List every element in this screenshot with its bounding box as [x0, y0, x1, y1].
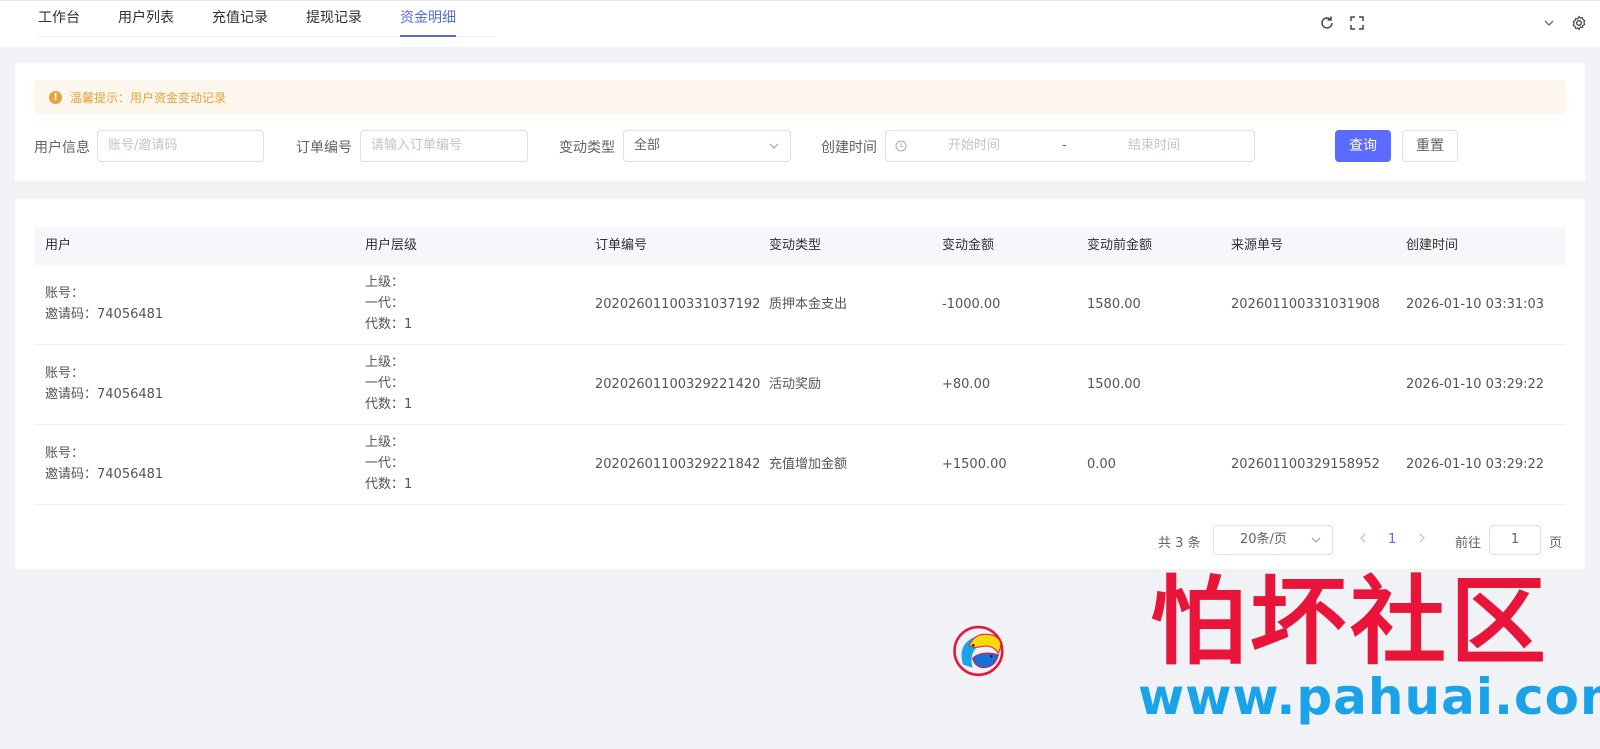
end-time-input[interactable]: 结束时间: [1128, 131, 1180, 161]
create-time-cell: 2026-01-10 03:29:22: [1406, 457, 1545, 472]
fund-details-table: 用户 用户层级 订单编号 变动类型 变动金额 变动前金额 来源单号 创建时间 账…: [15, 199, 1585, 569]
user-cell: 账号： 邀请码：74056481: [45, 443, 163, 485]
before-amount-cell: 0.00: [1087, 457, 1116, 472]
page-size-value: 20条/页: [1240, 532, 1287, 547]
watermark-title: 怕坏社区: [1150, 565, 1550, 678]
superior-text: 上级：: [365, 435, 405, 450]
col-user-level: 用户层级: [365, 238, 418, 253]
change-type-cell: 充值增加金额: [769, 457, 848, 472]
fullscreen-icon[interactable]: [1348, 14, 1366, 32]
range-separator: -: [1062, 138, 1067, 153]
clock-icon: [895, 131, 907, 164]
gear-icon[interactable]: [1570, 14, 1588, 32]
col-create-time: 创建时间: [1406, 238, 1459, 253]
generations-text: 代数：1: [365, 477, 413, 492]
tip-alert: ! 温馨提示：用户资金变动记录: [34, 80, 1566, 114]
order-number-cell: 20202601100329221420: [595, 377, 761, 392]
goto-label: 前往: [1455, 536, 1482, 551]
tab-fund-details[interactable]: 资金明细: [400, 1, 456, 37]
change-amount-cell: +1500.00: [942, 457, 1007, 472]
gen1-text: 一代：: [365, 376, 405, 391]
order-number-cell: 20202601100329221842: [595, 457, 761, 472]
chevron-down-icon: [1310, 526, 1322, 557]
tab-withdraw-records[interactable]: 提现记录: [306, 1, 362, 37]
tab-user-list[interactable]: 用户列表: [118, 1, 174, 37]
table-header: 用户 用户层级 订单编号 变动类型 变动金额 变动前金额 来源单号 创建时间: [34, 227, 1566, 265]
col-change-type: 变动类型: [769, 238, 822, 253]
date-range-picker[interactable]: 开始时间 - 结束时间: [885, 130, 1255, 162]
tip-text: 温馨提示：用户资金变动记录: [70, 90, 227, 105]
order-number-label: 订单编号: [296, 140, 352, 156]
warning-icon: !: [49, 90, 62, 104]
account-text: 账号：: [45, 286, 85, 301]
user-cell: 账号： 邀请码：74056481: [45, 283, 163, 325]
col-order-number: 订单编号: [595, 238, 648, 253]
change-type-cell: 质押本金支出: [769, 297, 848, 312]
generations-text: 代数：1: [365, 317, 413, 332]
tab-recharge-records[interactable]: 充值记录: [212, 1, 268, 37]
invite-code-text: 邀请码：74056481: [45, 387, 164, 402]
change-type-cell: 活动奖励: [769, 377, 822, 392]
change-type-label: 变动类型: [559, 140, 615, 156]
user-cell: 账号： 邀请码：74056481: [45, 363, 163, 405]
page-unit-label: 页: [1549, 536, 1563, 551]
chevron-down-icon: [768, 131, 780, 164]
source-number-cell: 202601100331031908: [1231, 297, 1380, 312]
table-row: 账号： 邀请码：74056481 上级： 一代： 代数：1 2020260110…: [34, 266, 1566, 345]
chevron-down-icon[interactable]: [1540, 14, 1558, 32]
change-amount-cell: +80.00: [942, 377, 991, 392]
create-time-label: 创建时间: [821, 140, 877, 156]
watermark-url: www.pahuai.com: [1138, 668, 1600, 726]
user-level-cell: 上级： 一代： 代数：1: [365, 432, 412, 495]
invite-code-text: 邀请码：74056481: [45, 467, 164, 482]
user-level-cell: 上级： 一代： 代数：1: [365, 272, 412, 335]
create-time-cell: 2026-01-10 03:31:03: [1406, 297, 1545, 312]
nav-tabs: 工作台 用户列表 充值记录 提现记录 资金明细: [38, 1, 494, 37]
col-before-amount: 变动前金额: [1087, 238, 1153, 253]
next-page-icon[interactable]: [1417, 532, 1427, 547]
page-size-select[interactable]: 20条/页: [1213, 525, 1333, 555]
change-type-select[interactable]: 全部: [623, 130, 791, 162]
account-text: 账号：: [45, 446, 85, 461]
user-info-label: 用户信息: [34, 140, 90, 156]
col-change-amount: 变动金额: [942, 238, 995, 253]
order-number-cell: 20202601100331037192: [595, 297, 761, 312]
reset-button[interactable]: 重置: [1402, 130, 1458, 162]
order-number-input[interactable]: 请输入订单编号: [360, 130, 528, 162]
generations-text: 代数：1: [365, 397, 413, 412]
col-source-number: 来源单号: [1231, 238, 1284, 253]
filter-panel: ! 温馨提示：用户资金变动记录 用户信息 账号/邀请码 订单编号 请输入订单编号…: [15, 63, 1585, 181]
create-time-cell: 2026-01-10 03:29:22: [1406, 377, 1545, 392]
before-amount-cell: 1500.00: [1087, 377, 1141, 392]
fish-logo-icon: [953, 625, 1004, 677]
search-button[interactable]: 查询: [1335, 130, 1391, 162]
gen1-text: 一代：: [365, 456, 405, 471]
prev-page-icon[interactable]: [1358, 532, 1368, 547]
table-row: 账号： 邀请码：74056481 上级： 一代： 代数：1 2020260110…: [34, 426, 1566, 505]
before-amount-cell: 1580.00: [1087, 297, 1141, 312]
refresh-icon[interactable]: [1318, 14, 1336, 32]
change-type-value: 全部: [634, 138, 661, 153]
page-number-current[interactable]: 1: [1388, 532, 1396, 547]
top-tab-bar: 工作台 用户列表 充值记录 提现记录 资金明细: [0, 0, 1600, 47]
superior-text: 上级：: [365, 275, 405, 290]
table-row: 账号： 邀请码：74056481 上级： 一代： 代数：1 2020260110…: [34, 346, 1566, 425]
user-level-cell: 上级： 一代： 代数：1: [365, 352, 412, 415]
tab-workbench[interactable]: 工作台: [38, 1, 80, 37]
total-count: 共 3 条: [1158, 536, 1201, 551]
start-time-input[interactable]: 开始时间: [948, 131, 1000, 161]
invite-code-text: 邀请码：74056481: [45, 307, 164, 322]
superior-text: 上级：: [365, 355, 405, 370]
gen1-text: 一代：: [365, 296, 405, 311]
change-amount-cell: -1000.00: [942, 297, 1001, 312]
goto-page-input[interactable]: 1: [1489, 525, 1541, 555]
source-number-cell: 202601100329158952: [1231, 457, 1380, 472]
col-user: 用户: [45, 238, 72, 253]
account-text: 账号：: [45, 366, 85, 381]
user-info-input[interactable]: 账号/邀请码: [97, 130, 264, 162]
